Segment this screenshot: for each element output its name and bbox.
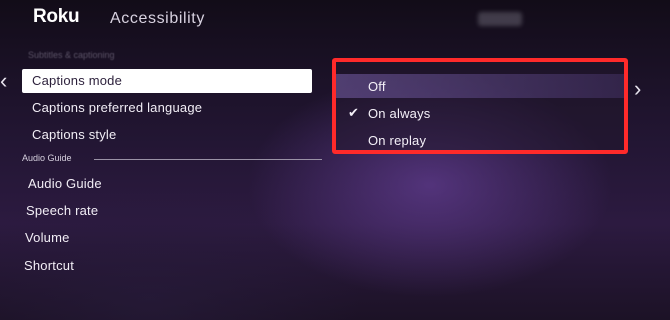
- option-off[interactable]: Off: [336, 74, 624, 98]
- menu-item-volume[interactable]: Volume: [25, 230, 70, 245]
- chevron-left-icon[interactable]: ‹: [0, 70, 7, 92]
- menu-item-captions-style[interactable]: Captions style: [32, 127, 116, 142]
- menu-item-shortcut[interactable]: Shortcut: [24, 258, 74, 273]
- blurred-status-area: [478, 12, 522, 26]
- captions-mode-options-panel: Off ✔ On always On replay: [332, 58, 628, 154]
- audio-guide-section-label: Audio Guide: [22, 153, 72, 163]
- top-bar: Roku Accessibility: [0, 0, 670, 40]
- section-divider-line: [94, 159, 322, 160]
- option-on-always[interactable]: ✔ On always: [336, 101, 624, 125]
- option-label: On replay: [368, 133, 427, 148]
- menu-item-captions-preferred-language[interactable]: Captions preferred language: [32, 100, 202, 115]
- option-label: On always: [368, 106, 431, 121]
- captions-section-label: Subtitles & captioning: [28, 50, 115, 60]
- chevron-right-icon[interactable]: ›: [634, 78, 641, 100]
- roku-logo: Roku: [33, 6, 80, 27]
- menu-item-audio-guide[interactable]: Audio Guide: [28, 176, 102, 191]
- audio-guide-section-divider: Audio Guide: [22, 153, 322, 165]
- checkmark-icon: ✔: [348, 105, 360, 120]
- tv-screen: Roku Accessibility Subtitles & captionin…: [0, 0, 670, 320]
- page-title: Accessibility: [110, 10, 205, 27]
- option-on-replay[interactable]: On replay: [336, 128, 624, 152]
- option-label: Off: [368, 79, 386, 94]
- menu-item-captions-mode[interactable]: Captions mode: [22, 69, 312, 93]
- menu-item-speech-rate[interactable]: Speech rate: [26, 203, 98, 218]
